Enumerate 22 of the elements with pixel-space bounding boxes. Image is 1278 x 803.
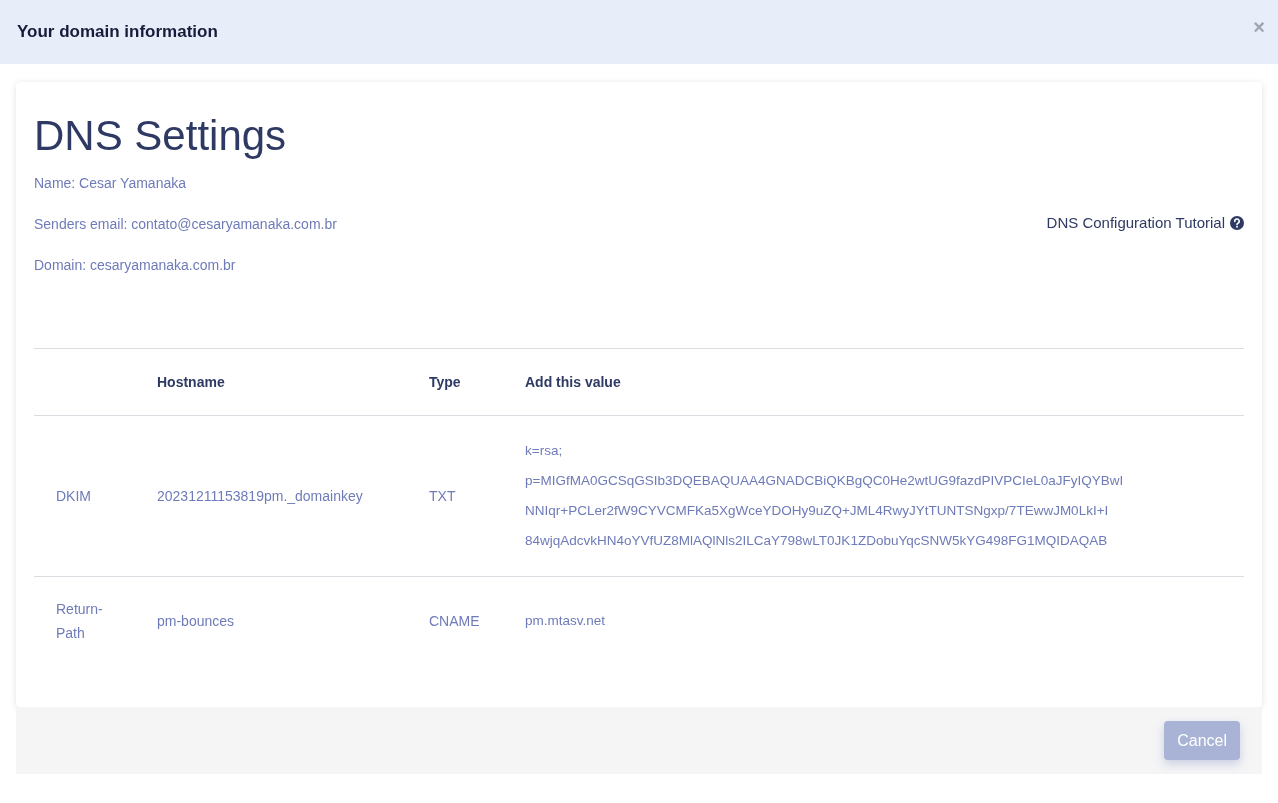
close-button[interactable]: × bbox=[1253, 17, 1265, 37]
record-label: Return-Path bbox=[56, 600, 104, 643]
value-text: pm.mtasv.net bbox=[525, 612, 607, 630]
record-label: DKIM bbox=[56, 487, 92, 506]
info-text: Name: Cesar Yamanaka bbox=[34, 174, 187, 192]
value-text: NNIqr+PCLer2fW9CYVCMFKa5XgWceYDOHy9uZQ+JML4RwyJYtTUNTSNgxp/7TEwwJM0LkI+I bbox=[525, 502, 1110, 520]
hostname-text: 20231211153819pm._domainkey bbox=[157, 487, 363, 504]
column-header: Add this value bbox=[525, 348, 1244, 416]
help-icon bbox=[1230, 216, 1244, 230]
column-header: Hostname bbox=[157, 348, 429, 416]
tutorial-link[interactable]: DNS Configuration Tutorial bbox=[1046, 211, 1244, 235]
type-text: CNAME bbox=[429, 612, 480, 629]
info-text: Senders email: contato@cesaryamanaka.com.br bbox=[34, 215, 337, 233]
value-text: k=rsa; bbox=[525, 442, 564, 460]
value-text: 84wjqAdcvkHN4oYVfUZ8MlAQlNls2ILCaY798wLT0JK1ZDobuYqcSNW5kYG498FG1MQIDAQAB bbox=[525, 532, 1109, 550]
column-header: Type bbox=[429, 348, 525, 416]
info-text: Domain: cesaryamanaka.com.br bbox=[34, 256, 237, 274]
hostname-text: pm-bounces bbox=[157, 612, 235, 629]
dialog-title: Your domain information bbox=[17, 21, 218, 44]
page-heading: DNS Settings bbox=[34, 111, 288, 161]
type-text: TXT bbox=[429, 487, 456, 504]
value-text: p=MIGfMA0GCSqGSIb3DQEBAQUAA4GNADCBiQKBgQC0He2wtUG9fazdPIVPCIeL0aJFyIQYBwI bbox=[525, 472, 1125, 490]
